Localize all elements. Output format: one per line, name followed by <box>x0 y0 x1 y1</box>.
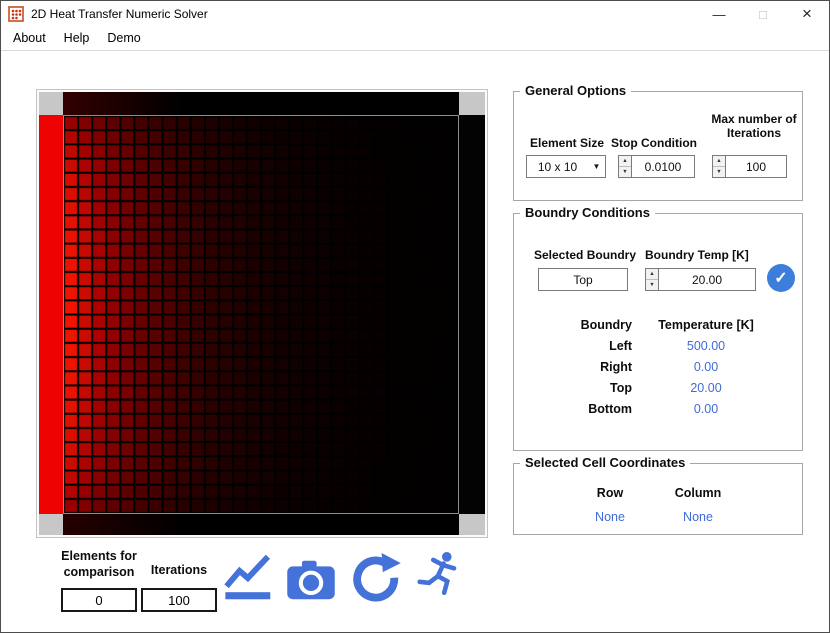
window-title: 2D Heat Transfer Numeric Solver <box>31 7 208 21</box>
selected-cell-title: Selected Cell Coordinates <box>520 455 690 470</box>
general-options-panel: General Options Element Size 10 x 10 ▼ S… <box>513 91 803 201</box>
boundary-temp-spinner[interactable]: ▲▼ 20.00 <box>645 268 756 291</box>
app-icon <box>8 6 24 22</box>
top-boundary-bar <box>63 92 459 115</box>
close-button[interactable]: × <box>785 1 829 27</box>
boundary-row-bottom-label: Bottom <box>520 402 632 416</box>
menu-demo[interactable]: Demo <box>98 29 149 47</box>
menu-bar: About Help Demo <box>1 27 829 51</box>
element-size-label: Element Size <box>530 136 604 150</box>
boundary-conditions-title: Boundry Conditions <box>520 205 655 220</box>
selected-cell-panel: Selected Cell Coordinates Row Column Non… <box>513 463 803 535</box>
title-bar: 2D Heat Transfer Numeric Solver — □ × <box>1 1 829 27</box>
max-iterations-label: Max number of Iterations <box>706 112 802 140</box>
left-boundary-bar <box>39 115 63 514</box>
spinner-arrows-icon[interactable]: ▲▼ <box>618 155 631 178</box>
boundary-row-right-value: 0.00 <box>632 360 780 374</box>
boundary-table-header-temp: Temperature [K] <box>632 318 780 332</box>
chart-icon[interactable] <box>223 553 275 608</box>
bottom-boundary-bar <box>63 514 459 535</box>
elements-for-comparison-label: Elements for comparison <box>57 549 141 580</box>
max-iterations-spinner[interactable]: ▲▼ 100 <box>712 155 787 178</box>
plot-corner-br <box>459 514 485 535</box>
general-options-title: General Options <box>520 83 631 98</box>
boundary-temp-label: Boundry Temp [K] <box>645 248 749 262</box>
stop-condition-value[interactable]: 0.0100 <box>631 155 695 178</box>
element-size-value: 10 x 10 <box>527 156 588 177</box>
check-icon: ✓ <box>774 268 787 288</box>
menu-about[interactable]: About <box>4 29 55 47</box>
row-value: None <box>580 510 640 524</box>
maximize-button[interactable]: □ <box>741 1 785 27</box>
window-controls: — □ × <box>697 1 829 27</box>
boundary-conditions-panel: Boundry Conditions Selected Boundry Top … <box>513 213 803 451</box>
run-icon[interactable] <box>415 550 465 603</box>
app-window: { "window": { "title": "2D Heat Transfer… <box>0 0 830 633</box>
refresh-icon[interactable] <box>349 553 403 612</box>
row-header: Row <box>580 486 640 500</box>
menu-help[interactable]: Help <box>55 29 99 47</box>
element-size-dropdown[interactable]: 10 x 10 ▼ <box>526 155 606 178</box>
camera-icon[interactable] <box>285 557 337 608</box>
plot-corner-bl <box>39 514 63 535</box>
chevron-down-icon[interactable]: ▼ <box>588 156 605 177</box>
spinner-arrows-icon[interactable]: ▲▼ <box>712 155 725 178</box>
stop-condition-spinner[interactable]: ▲▼ 0.0100 <box>618 155 695 178</box>
heatmap-grid-area <box>63 115 459 514</box>
apply-boundary-button[interactable]: ✓ <box>767 264 795 292</box>
max-iterations-value[interactable]: 100 <box>725 155 787 178</box>
column-header: Column <box>660 486 736 500</box>
selected-boundary-dropdown[interactable]: Top <box>538 268 628 291</box>
stop-condition-label: Stop Condition <box>611 136 697 150</box>
elements-for-comparison-input[interactable] <box>61 588 137 612</box>
selected-boundary-label: Selected Boundry <box>534 248 636 262</box>
boundary-row-bottom-value: 0.00 <box>632 402 780 416</box>
plot-corner-tl <box>39 92 63 115</box>
selected-boundary-value: Top <box>539 269 627 290</box>
column-value: None <box>660 510 736 524</box>
plot-corner-tr <box>459 92 485 115</box>
boundary-table-header-name: Boundry <box>520 318 632 332</box>
iterations-input[interactable] <box>141 588 217 612</box>
boundary-row-top-value: 20.00 <box>632 381 780 395</box>
boundary-row-top-label: Top <box>520 381 632 395</box>
right-boundary-bar <box>459 115 485 514</box>
boundary-row-left-label: Left <box>520 339 632 353</box>
spinner-arrows-icon[interactable]: ▲▼ <box>645 268 658 291</box>
boundary-row-right-label: Right <box>520 360 632 374</box>
heatmap-canvas[interactable] <box>64 116 458 513</box>
boundary-row-left-value: 500.00 <box>632 339 780 353</box>
boundary-temp-value[interactable]: 20.00 <box>658 268 756 291</box>
boundary-table: Boundry Temperature [K] Left 500.00 Righ… <box>520 318 780 416</box>
heatmap-plot <box>36 89 488 538</box>
iterations-label: Iterations <box>141 563 217 579</box>
minimize-button[interactable]: — <box>697 1 741 27</box>
